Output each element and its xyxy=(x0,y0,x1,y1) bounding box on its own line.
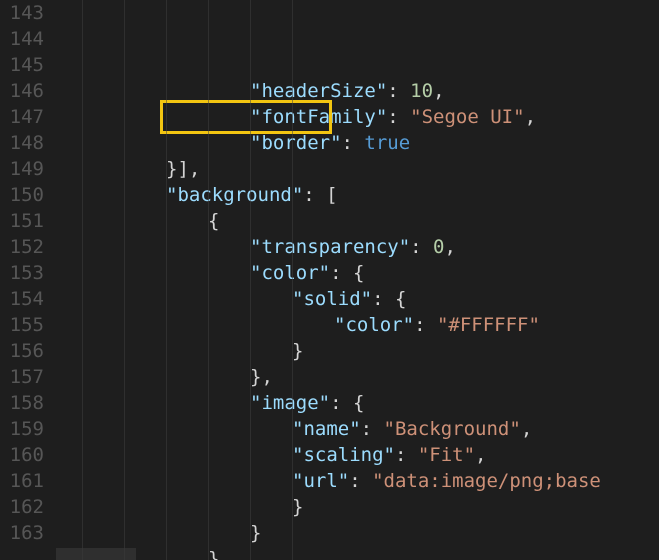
code-line[interactable]: }, xyxy=(56,364,659,390)
code-line[interactable]: "image": { xyxy=(56,390,659,416)
code-line[interactable]: "border": true xyxy=(56,130,659,156)
indent-guide xyxy=(250,0,251,560)
line-number: 144 xyxy=(8,26,44,52)
code-line[interactable]: }], xyxy=(56,156,659,182)
indent-guide xyxy=(292,0,293,560)
token-brace: }], xyxy=(166,158,200,180)
code-line[interactable]: "scaling": "Fit", xyxy=(56,442,659,468)
line-number: 150 xyxy=(8,182,44,208)
token-key: "transparency" xyxy=(250,236,410,258)
line-number: 151 xyxy=(8,208,44,234)
line-number: 146 xyxy=(8,78,44,104)
token-brace: { xyxy=(353,392,364,414)
token-str: "data:image/png;base xyxy=(372,470,601,492)
line-number: 161 xyxy=(8,468,44,494)
code-line[interactable]: } xyxy=(56,520,659,546)
code-line[interactable]: } xyxy=(56,338,659,364)
code-line[interactable]: "color": "#FFFFFF" xyxy=(56,312,659,338)
token-brace: { xyxy=(208,210,219,232)
token-bool: true xyxy=(364,132,410,154)
token-punc: , xyxy=(475,444,486,466)
token-key: "background" xyxy=(166,184,303,206)
token-key: "scaling" xyxy=(292,444,395,466)
token-num: 0 xyxy=(433,236,444,258)
token-str: "Background" xyxy=(384,418,521,440)
token-key: "color" xyxy=(334,314,414,336)
indent-guide xyxy=(124,0,125,560)
token-brace: } xyxy=(250,522,261,544)
token-brace: { xyxy=(353,262,364,284)
code-line[interactable]: "headerSize": 10, xyxy=(56,78,659,104)
code-line[interactable]: "transparency": 0, xyxy=(56,234,659,260)
token-punc: : xyxy=(303,184,326,206)
token-punc: : xyxy=(387,80,410,102)
line-number: 157 xyxy=(8,364,44,390)
token-punc: : xyxy=(387,106,410,128)
token-brace: } xyxy=(292,340,303,362)
token-brace: [ xyxy=(326,184,337,206)
token-key: "url" xyxy=(292,470,349,492)
line-number: 159 xyxy=(8,416,44,442)
token-punc: , xyxy=(521,418,532,440)
token-str: "Fit" xyxy=(418,444,475,466)
token-punc: : xyxy=(414,314,437,336)
line-number: 160 xyxy=(8,442,44,468)
token-punc: : xyxy=(330,262,353,284)
code-line[interactable]: } xyxy=(56,546,659,560)
line-number: 156 xyxy=(8,338,44,364)
line-number: 147 xyxy=(8,104,44,130)
horizontal-scrollbar-thumb[interactable] xyxy=(56,548,136,560)
token-brace: { xyxy=(395,288,406,310)
code-line[interactable]: "name": "Background", xyxy=(56,416,659,442)
line-number-gutter: 1431441451461471481491501511521531541551… xyxy=(0,0,56,560)
token-key: "image" xyxy=(250,392,330,414)
line-number: 153 xyxy=(8,260,44,286)
line-number: 155 xyxy=(8,312,44,338)
token-punc: : xyxy=(361,418,384,440)
token-key: "fontFamily" xyxy=(250,106,387,128)
line-number: 149 xyxy=(8,156,44,182)
token-str: "#FFFFFF" xyxy=(437,314,540,336)
token-brace: } xyxy=(208,548,219,560)
code-line[interactable]: "fontFamily": "Segoe UI", xyxy=(56,104,659,130)
token-num: 10 xyxy=(410,80,433,102)
indent-guide xyxy=(208,0,209,560)
line-number: 158 xyxy=(8,390,44,416)
line-number: 163 xyxy=(8,520,44,546)
line-number: 145 xyxy=(8,52,44,78)
line-number: 143 xyxy=(8,0,44,26)
code-line[interactable]: "solid": { xyxy=(56,286,659,312)
token-punc: , xyxy=(445,236,456,258)
indent-guide xyxy=(82,0,83,560)
token-punc: : xyxy=(330,392,353,414)
line-number: 154 xyxy=(8,286,44,312)
token-punc: : xyxy=(349,470,372,492)
token-str: "Segoe UI" xyxy=(410,106,524,128)
token-punc: : xyxy=(372,288,395,310)
token-punc: , xyxy=(433,80,444,102)
token-brace: } xyxy=(292,496,303,518)
token-key: "headerSize" xyxy=(250,80,387,102)
token-key: "solid" xyxy=(292,288,372,310)
token-punc: : xyxy=(395,444,418,466)
token-key: "color" xyxy=(250,262,330,284)
code-area[interactable]: "headerSize": 10,"fontFamily": "Segoe UI… xyxy=(56,0,659,560)
line-number: 148 xyxy=(8,130,44,156)
token-punc: , xyxy=(525,106,536,128)
indent-guide xyxy=(166,0,167,560)
code-line[interactable]: "background": [ xyxy=(56,182,659,208)
token-punc: : xyxy=(410,236,433,258)
code-line[interactable]: "url": "data:image/png;base xyxy=(56,468,659,494)
token-key: "border" xyxy=(250,132,342,154)
code-line[interactable]: } xyxy=(56,494,659,520)
line-number: 162 xyxy=(8,494,44,520)
code-line[interactable]: "color": { xyxy=(56,260,659,286)
token-brace: }, xyxy=(250,366,273,388)
code-line[interactable]: { xyxy=(56,208,659,234)
code-editor[interactable]: 1431441451461471481491501511521531541551… xyxy=(0,0,659,560)
token-key: "name" xyxy=(292,418,361,440)
token-punc: : xyxy=(342,132,365,154)
line-number: 152 xyxy=(8,234,44,260)
